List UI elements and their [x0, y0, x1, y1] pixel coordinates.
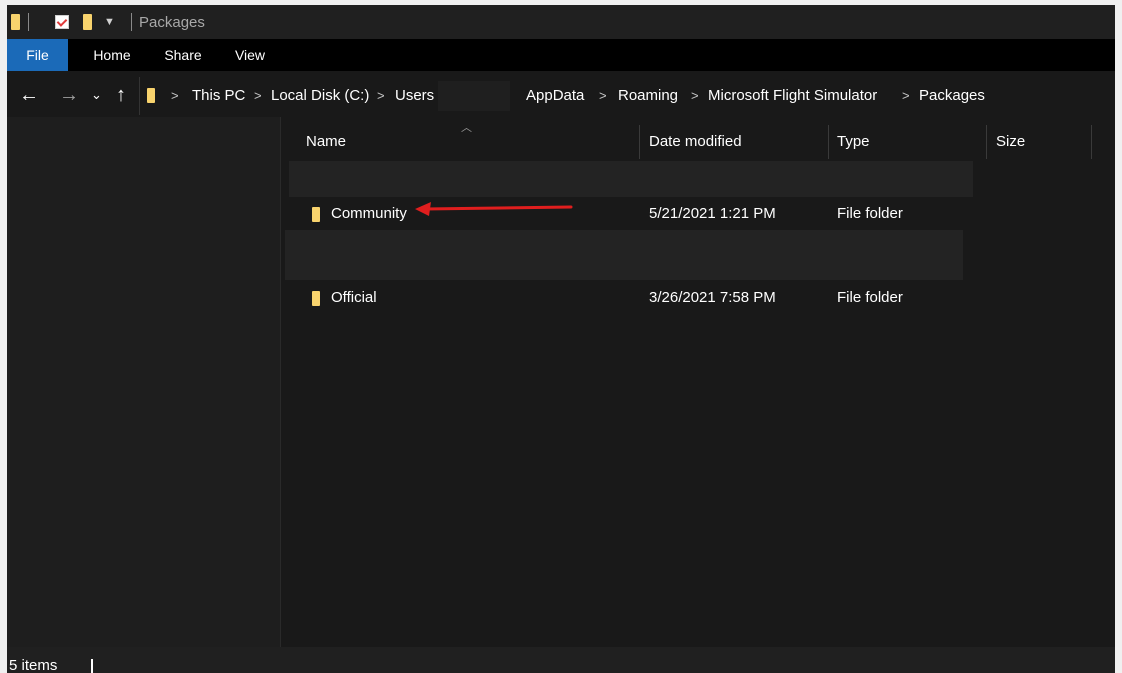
- breadcrumb-microsoft-flight-simulator[interactable]: Microsoft Flight Simulator: [708, 77, 877, 115]
- column-divider[interactable]: [986, 125, 987, 159]
- redacted-username: [438, 81, 510, 111]
- redacted-row: [289, 161, 973, 197]
- chevron-right-icon[interactable]: >: [902, 77, 910, 115]
- title-bar: ▼ Packages: [7, 5, 1115, 39]
- file-date-modified: 3/26/2021 7:58 PM: [649, 289, 776, 306]
- chevron-right-icon[interactable]: >: [691, 77, 699, 115]
- column-header-type[interactable]: Type: [837, 117, 870, 167]
- customize-toolbar-dropdown-icon[interactable]: ▼: [104, 16, 115, 28]
- address-bar[interactable]: > This PC > Local Disk (C:) > Users > Ap…: [139, 77, 1115, 115]
- chevron-right-icon[interactable]: >: [171, 77, 179, 115]
- navigation-bar: ← → ⌄ ↑ > This PC > Local Disk (C:) > Us…: [7, 73, 1115, 117]
- file-name: Community: [331, 205, 407, 222]
- column-divider[interactable]: [828, 125, 829, 159]
- file-name: Official: [331, 289, 377, 306]
- forward-arrow-icon[interactable]: →: [59, 73, 79, 117]
- explorer-window: ▼ Packages File Home Share View ← → ⌄ ↑ …: [7, 5, 1115, 673]
- toolbar-separator: [131, 13, 132, 31]
- up-arrow-icon[interactable]: ↑: [116, 73, 126, 117]
- table-row[interactable]: Official 3/26/2021 7:58 PM File folder: [281, 281, 1115, 315]
- column-divider[interactable]: [1091, 125, 1092, 159]
- toolbar-separator: [28, 13, 29, 31]
- window-title: Packages: [139, 13, 205, 31]
- file-date-modified: 5/21/2021 1:21 PM: [649, 205, 776, 222]
- folder-icon: [312, 290, 320, 306]
- redacted-row: [285, 230, 963, 280]
- breadcrumb-this-pc[interactable]: This PC: [192, 77, 245, 115]
- column-header-name[interactable]: Name: [306, 117, 346, 167]
- breadcrumb-local-disk[interactable]: Local Disk (C:): [271, 77, 369, 115]
- properties-check-icon[interactable]: [55, 15, 69, 29]
- new-folder-icon[interactable]: [83, 14, 92, 30]
- breadcrumb-packages[interactable]: Packages: [919, 77, 985, 115]
- breadcrumb-users[interactable]: Users: [395, 77, 434, 115]
- column-header-size[interactable]: Size: [996, 117, 1025, 167]
- tab-file[interactable]: File: [7, 39, 68, 71]
- back-arrow-icon[interactable]: ←: [19, 73, 39, 117]
- chevron-right-icon[interactable]: >: [254, 77, 262, 115]
- sort-ascending-icon: ︿: [461, 122, 472, 134]
- tab-view[interactable]: View: [227, 39, 273, 71]
- folder-icon: [11, 14, 20, 30]
- breadcrumb-appdata[interactable]: AppData: [526, 77, 584, 115]
- tab-home[interactable]: Home: [86, 39, 138, 71]
- folder-icon: [147, 88, 155, 103]
- column-divider[interactable]: [639, 125, 640, 159]
- breadcrumb-roaming[interactable]: Roaming: [618, 77, 678, 115]
- navigation-pane[interactable]: [7, 117, 280, 647]
- file-type: File folder: [837, 205, 903, 222]
- chevron-right-icon[interactable]: >: [377, 77, 385, 115]
- tab-share[interactable]: Share: [158, 39, 208, 71]
- column-header-date-modified[interactable]: Date modified: [649, 117, 742, 167]
- chevron-right-icon[interactable]: >: [599, 77, 607, 115]
- file-type: File folder: [837, 289, 903, 306]
- status-bar: 5 items: [7, 647, 1115, 673]
- item-count: 5 items: [9, 657, 58, 673]
- recent-locations-dropdown-icon[interactable]: ⌄: [91, 73, 102, 117]
- status-divider: [91, 659, 93, 673]
- table-row[interactable]: Community 5/21/2021 1:21 PM File folder: [281, 197, 1115, 231]
- ribbon-tabs: File Home Share View: [7, 39, 1115, 71]
- file-list: Name ︿ Date modified Type Size Community…: [281, 117, 1115, 647]
- annotation-arrow-icon: [415, 202, 573, 216]
- folder-icon: [312, 206, 320, 222]
